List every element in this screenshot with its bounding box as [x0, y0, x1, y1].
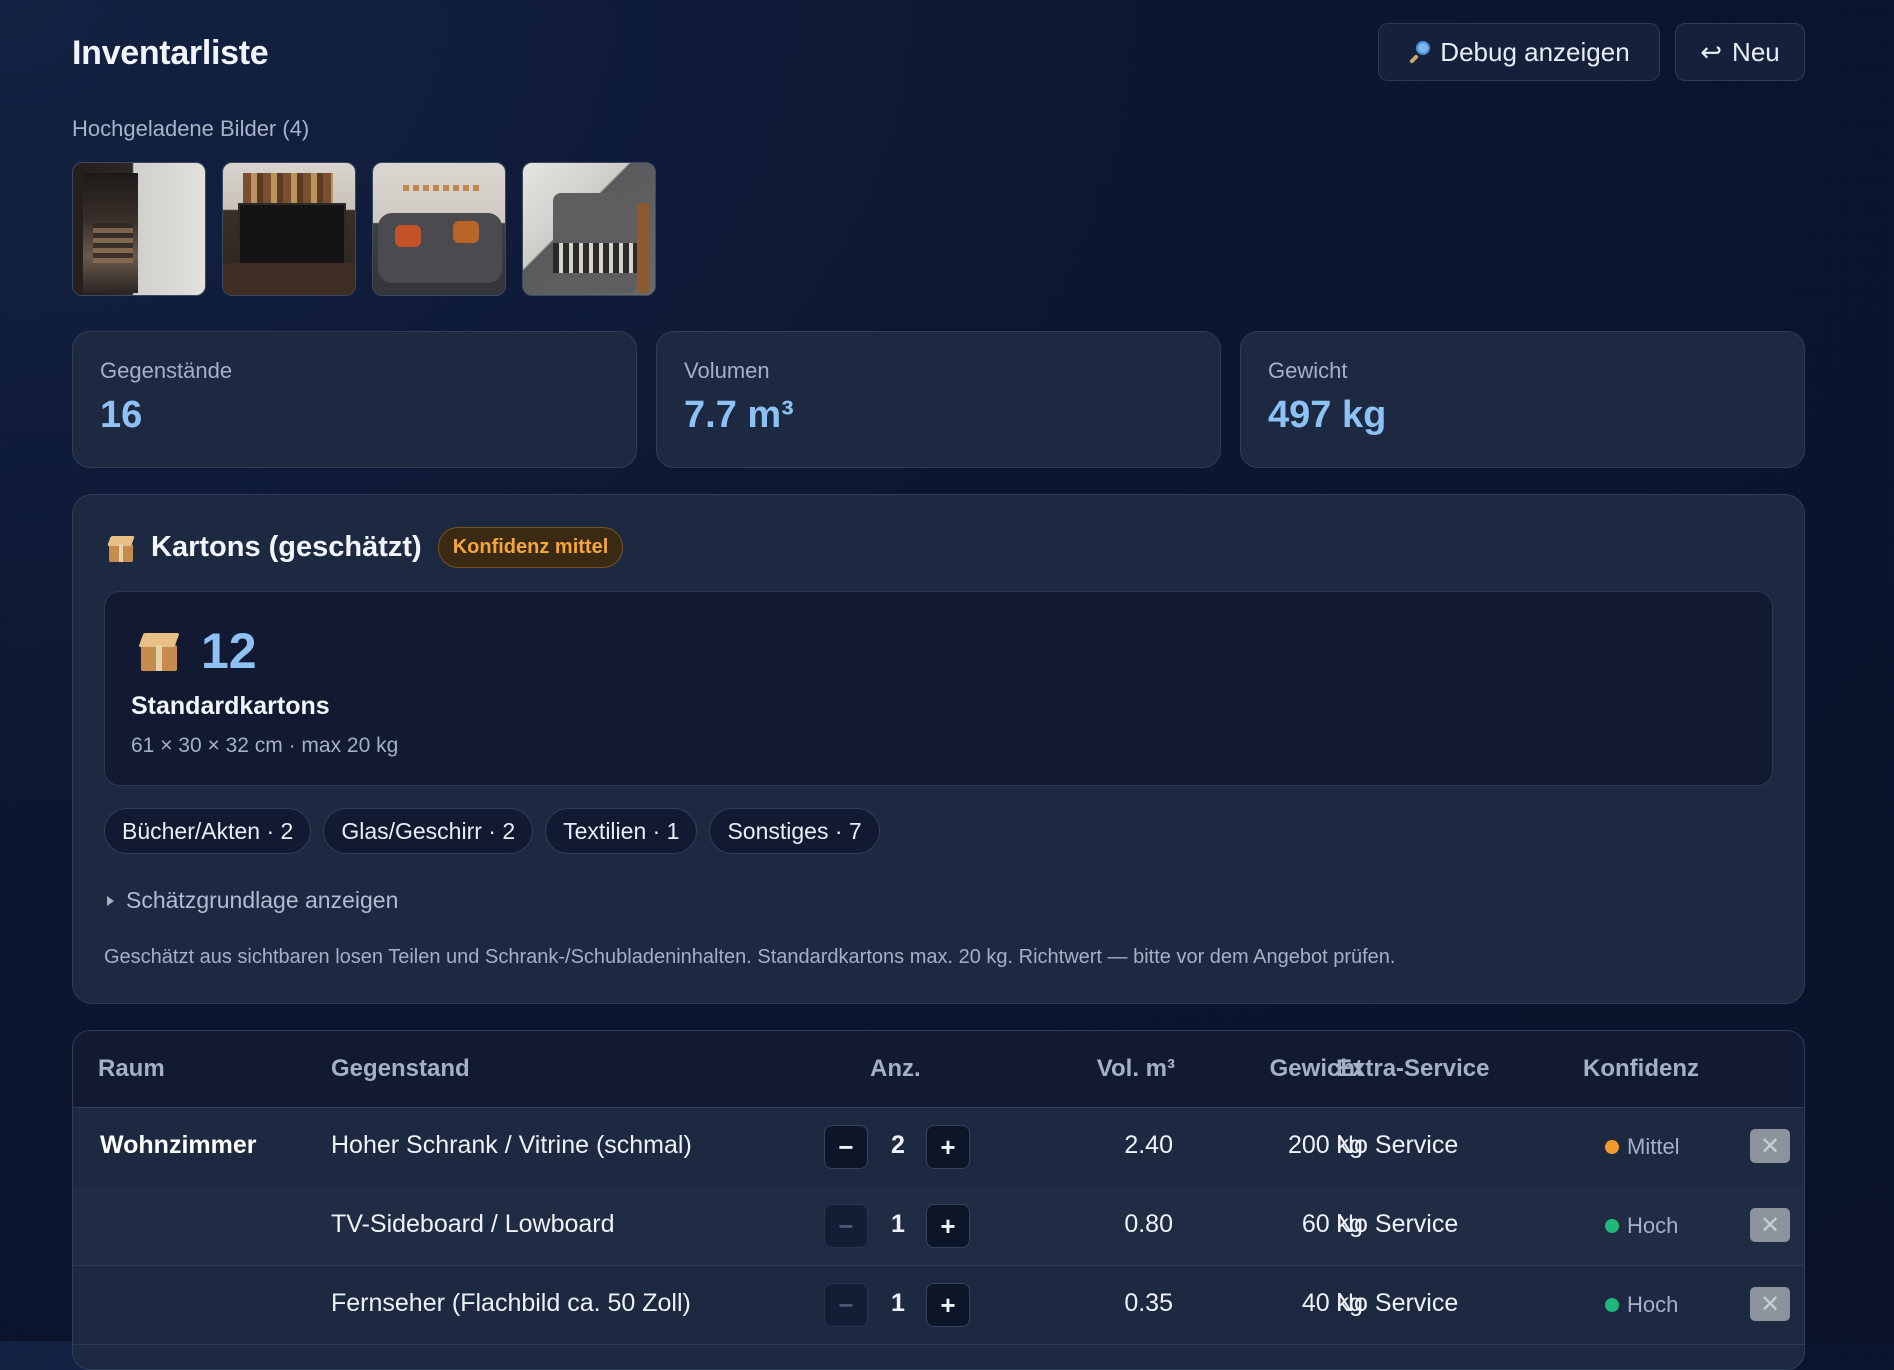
qty-value: 1: [891, 1210, 905, 1238]
volume-cell: 2.40: [1124, 1131, 1173, 1159]
increase-qty-button[interactable]: +: [926, 1283, 970, 1327]
item-cell: Fernseher (Flachbild ca. 50 Zoll): [331, 1289, 691, 1317]
confidence-cell: Mittel: [1605, 1134, 1680, 1160]
debug-button-label: Debug anzeigen: [1440, 36, 1630, 67]
item-cell: TV-Sideboard / Lowboard: [331, 1210, 615, 1238]
return-arrow-icon: ↩: [1700, 37, 1723, 67]
service-cell[interactable]: No Service: [1336, 1210, 1458, 1239]
confidence-label: Mittel: [1627, 1134, 1680, 1159]
table-row: TV-Sideboard / Lowboard − 1 + 0.80 60 kg…: [73, 1186, 1804, 1266]
decrease-qty-button[interactable]: −: [824, 1283, 868, 1327]
delete-row-button[interactable]: ✕: [1750, 1129, 1790, 1163]
column-header-volume: Vol. m³: [1096, 1055, 1175, 1082]
boxes-card: Kartons (geschätzt) Konfidenz mittel 12 …: [72, 494, 1805, 1004]
confidence-dot-icon: [1605, 1140, 1619, 1154]
stat-value: 7.7 m³: [684, 394, 794, 436]
volume-cell: 0.35: [1124, 1289, 1173, 1317]
column-header-service: Extra-Service: [1336, 1055, 1490, 1082]
column-header-item: Gegenstand: [331, 1055, 470, 1082]
confidence-label: Hoch: [1627, 1213, 1679, 1238]
confidence-badge: Konfidenz mittel: [437, 527, 624, 568]
debug-button[interactable]: Debug anzeigen: [1378, 23, 1660, 81]
summary-stats: Gegenstände 16 Volumen 7.7 m³ Gewicht 49…: [72, 331, 1805, 468]
box-dimensions: 61 × 30 × 32 cm · max 20 kg: [131, 734, 399, 757]
category-chip: Textilien · 1: [545, 808, 698, 854]
column-header-confidence: Konfidenz: [1583, 1055, 1699, 1082]
inventory-page: Inventarliste Debug anzeigen ↩ Neu Hochg…: [72, 0, 1805, 1370]
stat-items: Gegenstände 16: [72, 331, 637, 468]
increase-qty-button[interactable]: +: [926, 1125, 970, 1169]
boxes-header: Kartons (geschätzt) Konfidenz mittel: [107, 527, 624, 568]
stat-value: 497 kg: [1268, 394, 1387, 436]
volume-cell: 0.80: [1124, 1210, 1173, 1238]
package-icon: [138, 631, 180, 671]
confidence-label: Hoch: [1627, 1292, 1679, 1317]
category-chip: Bücher/Akten · 2: [104, 808, 312, 854]
magnifier-icon: [1408, 41, 1431, 64]
stat-label: Gegenstände: [100, 358, 233, 383]
category-chip: Glas/Geschirr · 2: [323, 808, 534, 854]
estimate-basis-label: Schätzgrundlage anzeigen: [126, 887, 399, 913]
category-chip: Sonstiges · 7: [709, 808, 880, 854]
decrease-qty-button[interactable]: −: [824, 1204, 868, 1248]
column-header-qty: Anz.: [870, 1055, 921, 1082]
boxes-title: Kartons (geschätzt): [151, 531, 422, 563]
box-category-chips: Bücher/Akten · 2 Glas/Geschirr · 2 Texti…: [104, 808, 880, 854]
stat-volume: Volumen 7.7 m³: [656, 331, 1221, 468]
service-cell[interactable]: No Service: [1336, 1289, 1458, 1318]
image-thumbnail[interactable]: [522, 162, 656, 296]
header: Inventarliste Debug anzeigen ↩ Neu: [72, 0, 1805, 108]
confidence-dot-icon: [1605, 1219, 1619, 1233]
image-thumbnail[interactable]: [222, 162, 356, 296]
page-title: Inventarliste: [72, 34, 269, 72]
column-header-room: Raum: [98, 1055, 165, 1082]
delete-row-button[interactable]: ✕: [1750, 1287, 1790, 1321]
disclosure-triangle-icon: [107, 895, 114, 906]
image-thumbnails: [72, 162, 656, 296]
table-row: Wohnzimmer Hoher Schrank / Vitrine (schm…: [73, 1107, 1804, 1187]
confidence-dot-icon: [1605, 1298, 1619, 1312]
stat-value: 16: [100, 394, 143, 436]
estimate-note: Geschätzt aus sichtbaren losen Teilen un…: [104, 946, 1396, 968]
room-cell: Wohnzimmer: [100, 1131, 257, 1159]
box-type-name: Standardkartons: [131, 692, 330, 720]
image-thumbnail[interactable]: [72, 162, 206, 296]
confidence-cell: Hoch: [1605, 1292, 1678, 1318]
stat-weight: Gewicht 497 kg: [1240, 331, 1805, 468]
package-icon: [107, 534, 135, 562]
box-count: 12: [201, 623, 257, 679]
uploaded-images-label: Hochgeladene Bilder (4): [72, 116, 310, 141]
stat-label: Volumen: [684, 358, 770, 383]
new-button-label: Neu: [1732, 36, 1780, 67]
stat-label: Gewicht: [1268, 358, 1348, 383]
delete-row-button[interactable]: ✕: [1750, 1208, 1790, 1242]
decrease-qty-button[interactable]: −: [824, 1125, 868, 1169]
box-estimate-panel: 12 Standardkartons 61 × 30 × 32 cm · max…: [104, 591, 1773, 786]
item-cell: Hoher Schrank / Vitrine (schmal): [331, 1131, 692, 1159]
image-thumbnail[interactable]: [372, 162, 506, 296]
new-button[interactable]: ↩ Neu: [1675, 23, 1805, 81]
table-header: Raum Gegenstand Anz. Vol. m³ Gewicht Ext…: [73, 1031, 1804, 1108]
qty-value: 1: [891, 1289, 905, 1317]
estimate-basis-toggle[interactable]: Schätzgrundlage anzeigen: [107, 887, 398, 914]
qty-value: 2: [891, 1131, 905, 1159]
inventory-table: Raum Gegenstand Anz. Vol. m³ Gewicht Ext…: [72, 1030, 1805, 1370]
table-row: Fernseher (Flachbild ca. 50 Zoll) − 1 + …: [73, 1265, 1804, 1345]
confidence-cell: Hoch: [1605, 1213, 1678, 1239]
increase-qty-button[interactable]: +: [926, 1204, 970, 1248]
service-cell[interactable]: No Service: [1336, 1131, 1458, 1160]
